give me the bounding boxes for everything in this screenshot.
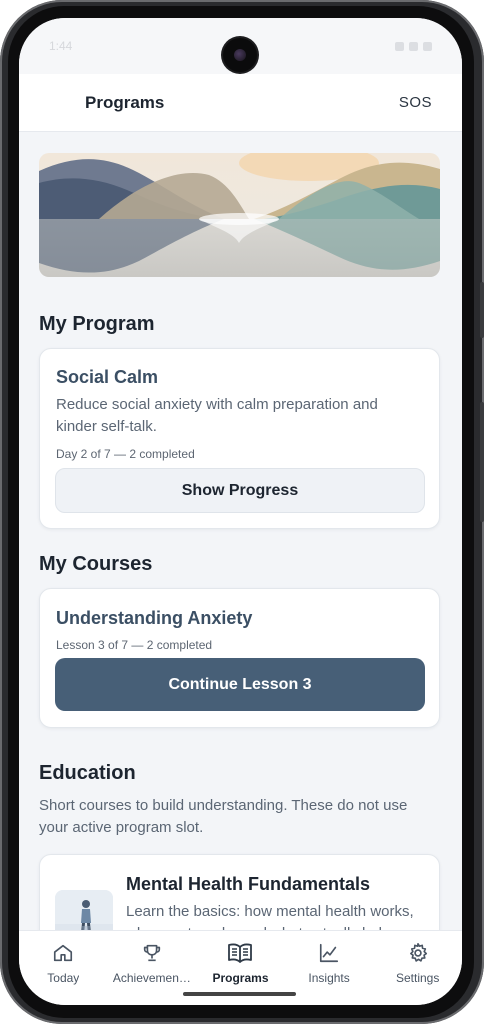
my-program-heading: My Program [39,313,155,335]
hero-landscape-image [39,153,440,277]
tab-settings[interactable]: Settings [373,931,462,1005]
tab-label-today: Today [47,971,80,985]
tab-today[interactable]: Today [19,931,108,1005]
program-progress-text: Day 2 of 7 — 2 completed [56,447,195,461]
book-icon [227,940,253,966]
status-time: 1:44 [49,39,73,53]
phone-side-button [480,282,484,338]
signal-icon [395,41,404,51]
education-course-title: Mental Health Fundamentals [126,874,371,894]
tab-label-programs: Programs [212,971,269,985]
wifi-icon [409,41,418,51]
course-progress-text: Lesson 3 of 7 — 2 completed [56,638,213,652]
tab-label-insights: Insights [308,971,350,985]
education-intro: Short courses to build understanding. Th… [39,797,408,836]
program-title: Social Calm [56,367,159,387]
education-heading: Education [39,762,136,784]
page-title: Programs [85,92,165,112]
battery-icon [423,41,432,51]
app-header: Programs SOS [19,74,462,132]
course-title: Understanding Anxiety [56,608,253,628]
course-card: Understanding Anxiety Lesson 3 of 7 — 2 … [39,588,440,728]
show-progress-button[interactable]: Show Progress [55,468,425,513]
gear-icon [405,940,431,966]
chart-line-icon [316,940,342,966]
tab-insights[interactable]: Insights [285,931,374,1005]
status-icons [395,41,432,51]
sos-button[interactable]: SOS [399,94,432,111]
my-courses-heading: My Courses [39,553,153,575]
screen: 1:44 Programs SOS My Program Social Calm… [19,18,462,1005]
front-camera [223,38,257,72]
trophy-icon [139,940,165,966]
phone-volume-button [480,402,484,522]
tab-label-achievements: Achievemen… [112,971,191,985]
home-icon [50,940,76,966]
program-description: Reduce social anxiety with calm preparat… [56,396,378,435]
program-card: Social Calm Reduce social anxiety with c… [39,348,440,529]
home-indicator [183,992,296,996]
continue-lesson-button[interactable]: Continue Lesson 3 [55,658,425,711]
tab-label-settings: Settings [395,971,440,985]
